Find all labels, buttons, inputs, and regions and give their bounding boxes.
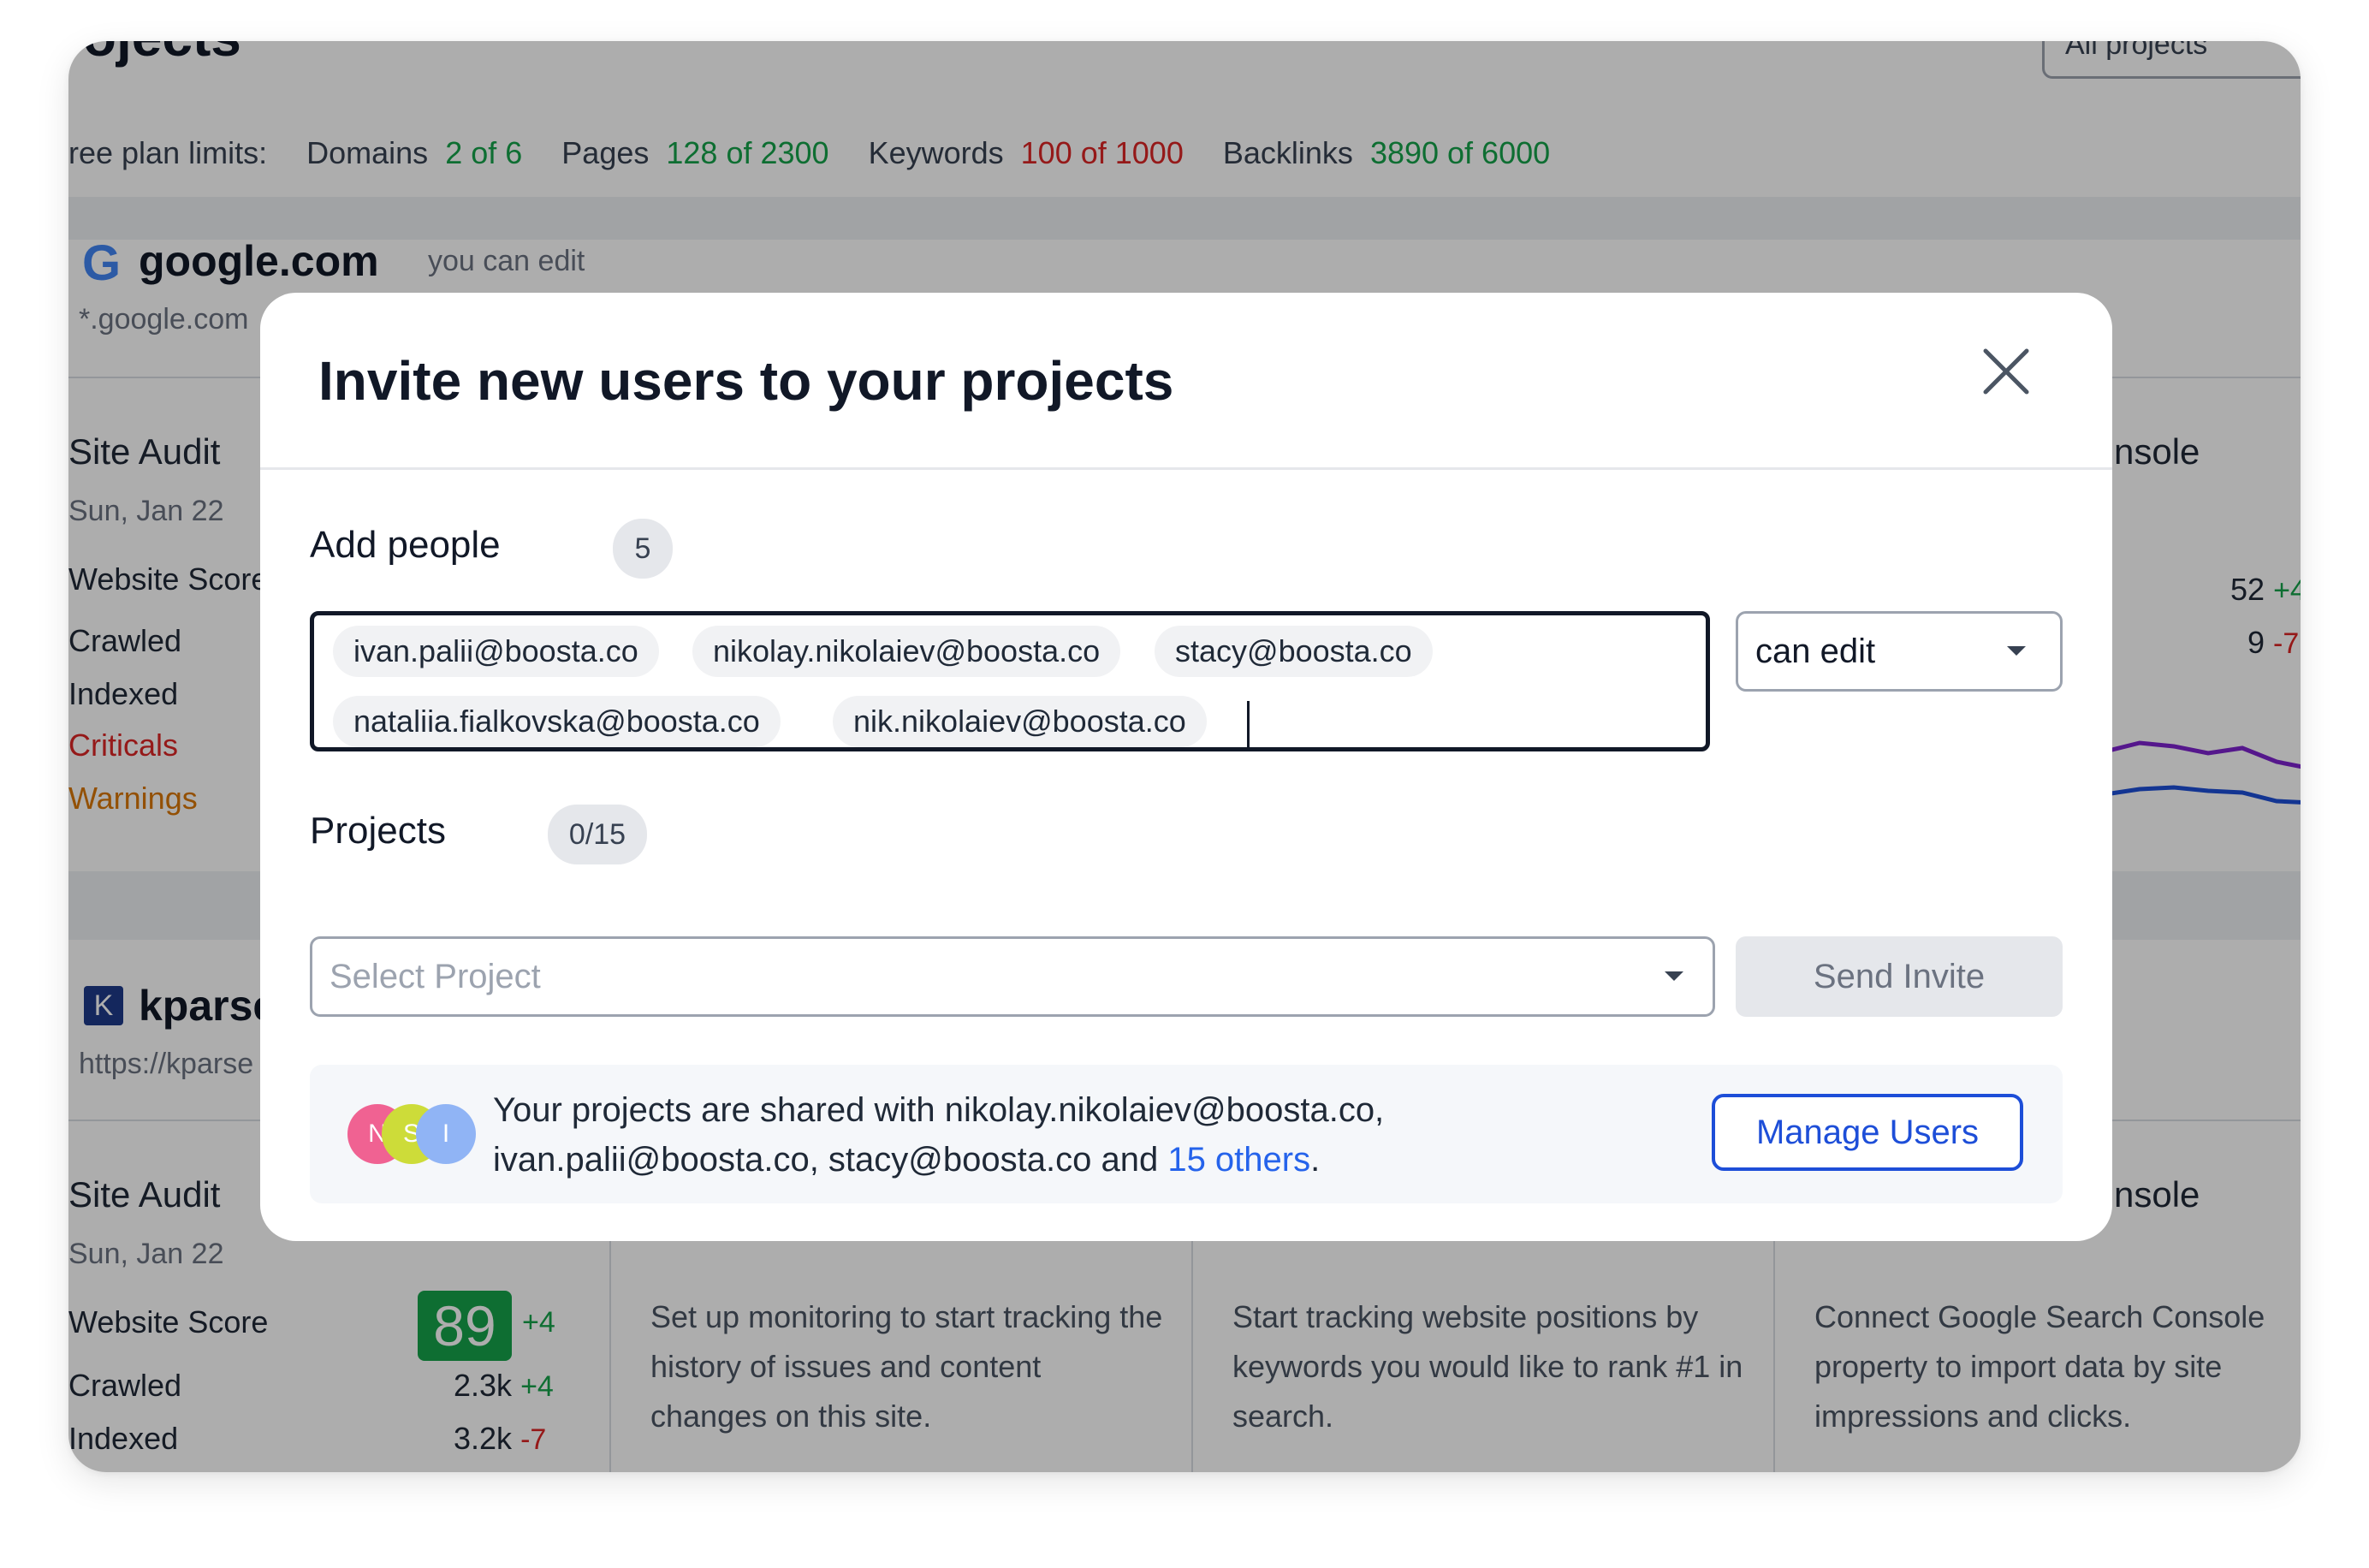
- shared-info-line2: ivan.palii@boosta.co, stacy@boosta.co an…: [493, 1135, 1384, 1185]
- permission-value: can edit: [1755, 633, 1876, 670]
- close-button[interactable]: [1972, 337, 2040, 406]
- email-input[interactable]: ivan.palii@boosta.co nikolay.nikolaiev@b…: [310, 611, 1710, 751]
- chevron-down-icon: [1665, 971, 1683, 981]
- shared-info-line1: Your projects are shared with nikolay.ni…: [493, 1091, 1385, 1129]
- email-chip[interactable]: nikolay.nikolaiev@boosta.co: [692, 626, 1121, 677]
- permission-select[interactable]: can edit: [1736, 611, 2063, 692]
- project-select[interactable]: Select Project: [310, 936, 1715, 1017]
- shared-info-box: N S I Your projects are shared with niko…: [310, 1065, 2063, 1203]
- shared-info-text: Your projects are shared with nikolay.ni…: [493, 1085, 1384, 1185]
- send-invite-button[interactable]: Send Invite: [1736, 936, 2063, 1017]
- email-chip[interactable]: nik.nikolaiev@boosta.co: [833, 696, 1207, 747]
- project-select-placeholder: Select Project: [330, 958, 541, 995]
- chevron-down-icon: [2007, 646, 2026, 656]
- email-chip[interactable]: ivan.palii@boosta.co: [333, 626, 659, 677]
- avatar: I: [416, 1104, 476, 1164]
- add-people-count-badge: 5: [613, 519, 673, 579]
- others-link[interactable]: 15 others: [1167, 1141, 1310, 1179]
- modal-divider: [260, 467, 2112, 470]
- close-icon: [1983, 348, 2029, 395]
- shared-info-line2-suffix: .: [1310, 1141, 1321, 1179]
- shared-info-line2-prefix: ivan.palii@boosta.co, stacy@boosta.co an…: [493, 1141, 1168, 1179]
- projects-label: Projects: [310, 810, 446, 852]
- text-cursor: [1247, 701, 1250, 751]
- projects-count-badge: 0/15: [548, 805, 647, 864]
- email-chip[interactable]: nataliia.fialkovska@boosta.co: [333, 696, 781, 747]
- invite-modal: Invite new users to your projects Add pe…: [260, 293, 2112, 1241]
- manage-users-button[interactable]: Manage Users: [1712, 1094, 2023, 1171]
- modal-title: Invite new users to your projects: [318, 350, 1174, 412]
- email-chip[interactable]: stacy@boosta.co: [1155, 626, 1433, 677]
- add-people-label: Add people: [310, 524, 501, 566]
- app-window: rojects All projects ree plan limits: Do…: [68, 41, 2301, 1472]
